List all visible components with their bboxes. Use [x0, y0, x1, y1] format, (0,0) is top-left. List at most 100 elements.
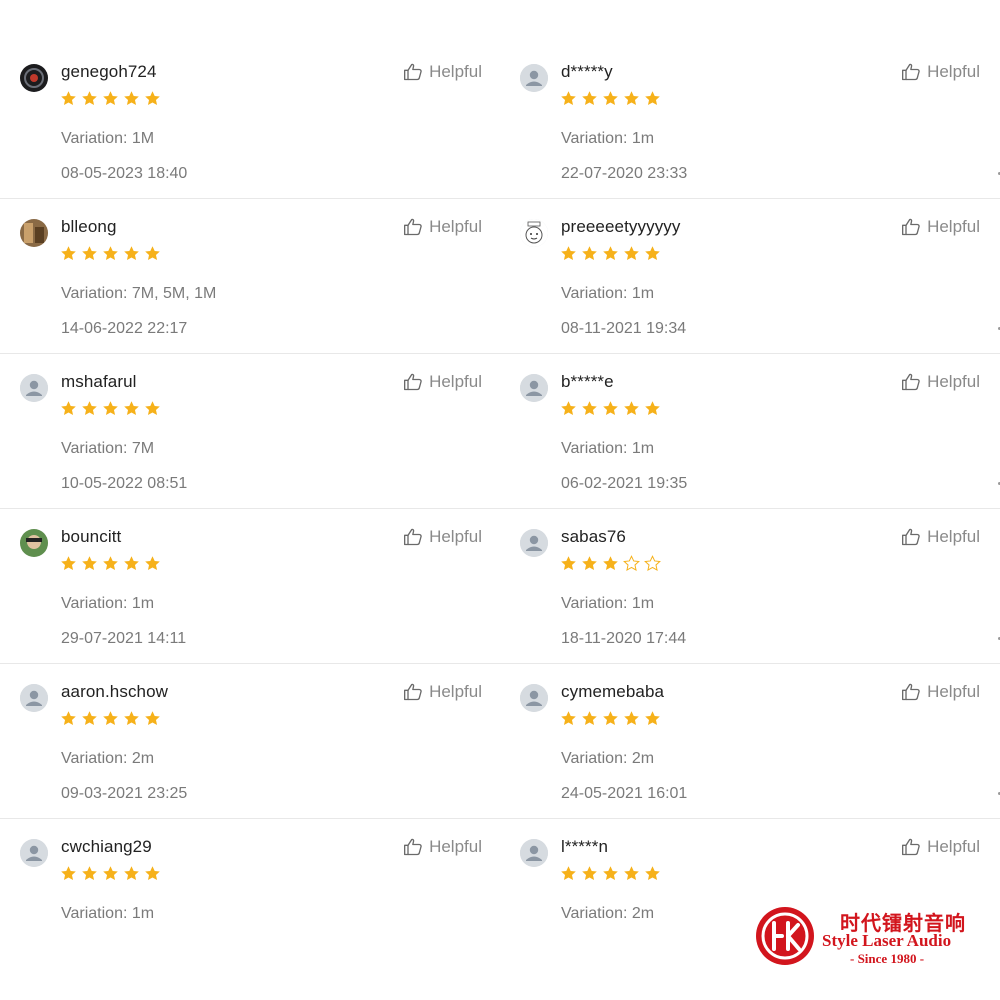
- avatar[interactable]: [520, 374, 548, 402]
- review-item: bouncitt Variation: 1m 29-07-2021 14:11 Hel…: [0, 509, 500, 664]
- star-filled-icon: [624, 866, 639, 881]
- review-item: b*****e Variation: 1m 06-02-2021 19:35 Help…: [500, 354, 1000, 509]
- star-filled-icon: [645, 246, 660, 261]
- star-filled-icon: [103, 91, 118, 106]
- star-filled-icon: [582, 401, 597, 416]
- reviews-column-right: d*****y Variation: 1m 22-07-2020 23:33 Help…: [500, 44, 1000, 974]
- star-filled-icon: [145, 866, 160, 881]
- rating-stars: [60, 90, 161, 107]
- thumbs-up-icon: [404, 218, 422, 236]
- review-item: cymemebaba Variation: 2m 24-05-2021 16:01 H…: [500, 664, 1000, 819]
- rating-stars: [560, 865, 661, 882]
- star-empty-icon: [623, 555, 640, 571]
- helpful-label: Helpful: [429, 682, 482, 701]
- avatar[interactable]: [520, 219, 548, 247]
- review-username[interactable]: aaron.hschow: [61, 682, 168, 702]
- helpful-button[interactable]: Helpful: [403, 837, 482, 857]
- helpful-button[interactable]: Helpful: [901, 372, 980, 392]
- helpful-button[interactable]: Helpful: [901, 62, 980, 82]
- review-username[interactable]: l*****n: [561, 837, 608, 857]
- star-filled-icon: [603, 866, 618, 881]
- star-filled-icon: [624, 401, 639, 416]
- avatar[interactable]: [520, 684, 548, 712]
- review-item: d*****y Variation: 1m 22-07-2020 23:33 Help…: [500, 44, 1000, 199]
- avatar[interactable]: [520, 529, 548, 557]
- thumbs-up-icon: [902, 63, 920, 81]
- review-variation: Variation: 7M, 5M, 1M: [61, 285, 217, 302]
- star-filled-icon: [82, 711, 97, 726]
- helpful-button[interactable]: Helpful: [901, 682, 980, 702]
- helpful-label: Helpful: [927, 217, 980, 236]
- helpful-label: Helpful: [927, 682, 980, 701]
- helpful-button[interactable]: Helpful: [403, 217, 482, 237]
- star-filled-icon: [561, 246, 576, 261]
- review-datetime: 22-07-2020 23:33: [561, 165, 688, 182]
- star-filled-icon: [603, 91, 618, 106]
- star-filled-icon: [145, 711, 160, 726]
- star-filled-icon: [103, 401, 118, 416]
- helpful-label: Helpful: [927, 527, 980, 546]
- star-filled-icon: [645, 91, 660, 106]
- star-filled-icon: [624, 246, 639, 261]
- helpful-button[interactable]: Helpful: [403, 62, 482, 82]
- avatar[interactable]: [20, 684, 48, 712]
- helpful-label: Helpful: [429, 62, 482, 81]
- review-username[interactable]: bouncitt: [61, 527, 121, 547]
- review-username[interactable]: cwchiang29: [61, 837, 152, 857]
- review-username[interactable]: preeeeetyyyyyy: [561, 217, 681, 237]
- avatar[interactable]: [520, 64, 548, 92]
- star-filled-icon: [561, 866, 576, 881]
- review-variation: Variation: 1m: [561, 440, 655, 457]
- helpful-label: Helpful: [429, 217, 482, 236]
- helpful-button[interactable]: Helpful: [901, 527, 980, 547]
- star-filled-icon: [582, 556, 597, 571]
- review-username[interactable]: d*****y: [561, 62, 613, 82]
- star-filled-icon: [124, 866, 139, 881]
- review-username[interactable]: mshafarul: [61, 372, 137, 392]
- avatar[interactable]: [520, 839, 548, 867]
- star-filled-icon: [582, 866, 597, 881]
- review-datetime: 18-11-2020 17:44: [561, 630, 687, 647]
- rating-stars: [60, 400, 161, 417]
- avatar[interactable]: [20, 839, 48, 867]
- review-datetime: 08-11-2021 19:34: [561, 320, 687, 337]
- reviews-column-left: genegoh724 Variation: 1M 08-05-2023 18:40 H…: [0, 44, 500, 974]
- review-username[interactable]: blleong: [61, 217, 117, 237]
- avatar[interactable]: [20, 529, 48, 557]
- helpful-button[interactable]: Helpful: [403, 527, 482, 547]
- rating-stars: [560, 710, 661, 727]
- star-filled-icon: [145, 556, 160, 571]
- star-filled-icon: [603, 246, 618, 261]
- star-filled-icon: [145, 91, 160, 106]
- review-item: mshafarul Variation: 7M 10-05-2022 08:51 He…: [0, 354, 500, 509]
- helpful-button[interactable]: Helpful: [901, 837, 980, 857]
- review-username[interactable]: sabas76: [561, 527, 626, 547]
- review-item: cwchiang29 Variation: 1m Helpful: [0, 819, 500, 974]
- review-username[interactable]: genegoh724: [61, 62, 157, 82]
- helpful-button[interactable]: Helpful: [403, 682, 482, 702]
- review-variation: Variation: 1m: [61, 595, 155, 612]
- star-filled-icon: [561, 711, 576, 726]
- star-filled-icon: [82, 401, 97, 416]
- star-filled-icon: [61, 91, 76, 106]
- star-filled-icon: [82, 866, 97, 881]
- avatar[interactable]: [20, 64, 48, 92]
- star-filled-icon: [582, 246, 597, 261]
- review-username[interactable]: b*****e: [561, 372, 614, 392]
- avatar[interactable]: [20, 374, 48, 402]
- rating-stars: [560, 245, 661, 262]
- review-variation: Variation: 2m: [561, 750, 655, 767]
- helpful-button[interactable]: Helpful: [901, 217, 980, 237]
- review-variation: Variation: 1m: [561, 130, 655, 147]
- star-empty-icon: [644, 555, 661, 571]
- thumbs-up-icon: [902, 683, 920, 701]
- thumbs-up-icon: [902, 373, 920, 391]
- review-username[interactable]: cymemebaba: [561, 682, 664, 702]
- avatar[interactable]: [20, 219, 48, 247]
- helpful-button[interactable]: Helpful: [403, 372, 482, 392]
- review-variation: Variation: 1m: [561, 285, 655, 302]
- review-datetime: 10-05-2022 08:51: [61, 475, 188, 492]
- review-variation: Variation: 1m: [61, 905, 155, 922]
- review-variation: Variation: 1m: [561, 595, 655, 612]
- star-filled-icon: [124, 556, 139, 571]
